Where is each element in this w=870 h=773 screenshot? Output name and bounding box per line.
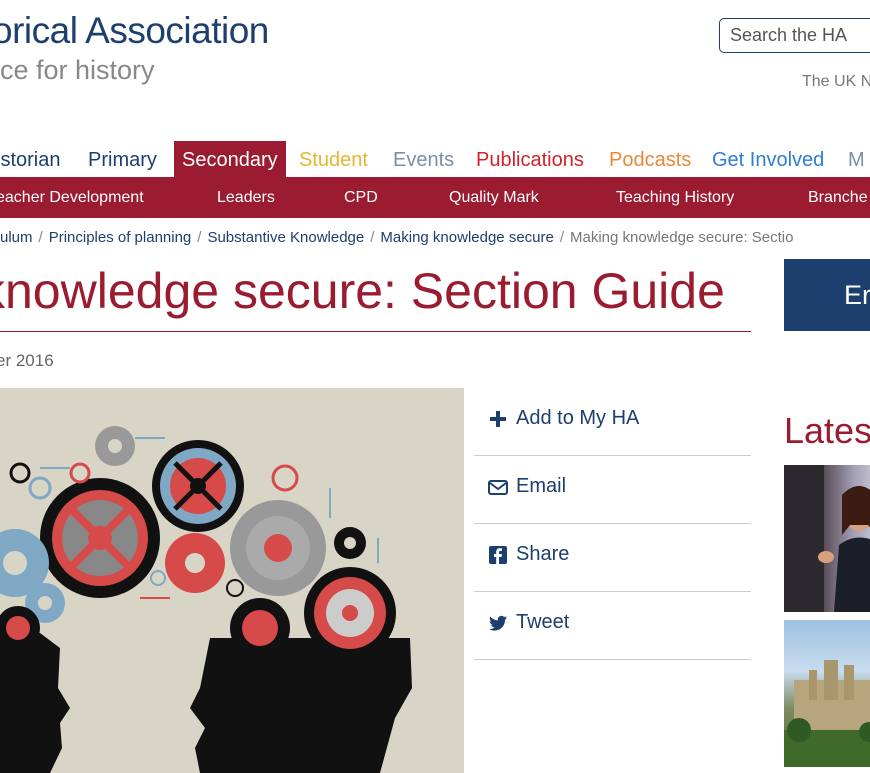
gear-icon: [230, 500, 326, 596]
speaker-photo: [784, 465, 870, 612]
facebook-share-button[interactable]: Share: [474, 523, 751, 592]
tweet-label: Tweet: [516, 611, 570, 633]
publish-date: er 2016: [0, 351, 54, 370]
gears-heads-illustration: [0, 426, 412, 773]
gear-icon: [40, 478, 160, 598]
facebook-icon: [489, 546, 507, 564]
subnav-item-teaching-history[interactable]: Teaching History: [616, 177, 734, 218]
nav-item-events[interactable]: Events: [393, 141, 454, 177]
subnav-item-quality-mark[interactable]: Quality Mark: [449, 177, 539, 218]
gear-icon: [165, 533, 225, 593]
breadcrumb-item[interactable]: Making knowledge secure: [380, 229, 553, 246]
twitter-icon: [489, 615, 507, 631]
email-button[interactable]: Email: [474, 455, 751, 524]
nav-item-podcasts[interactable]: Podcasts: [609, 141, 691, 177]
subnav-item-branches[interactable]: Branche: [808, 177, 868, 218]
site-tagline: The UK N: [802, 73, 870, 90]
breadcrumb-separator: /: [38, 229, 43, 246]
envelope-icon: [488, 480, 508, 495]
enrol-button[interactable]: Er: [784, 259, 870, 331]
article-hero-image: [0, 388, 464, 773]
breadcrumb-item[interactable]: Substantive Knowledge: [207, 229, 364, 246]
breadcrumb-separator: /: [370, 229, 375, 246]
breadcrumb: ulum / Principles of planning / Substantive …: [0, 229, 793, 246]
title-divider: [0, 331, 751, 332]
subnav-item-leaders[interactable]: Leaders: [217, 177, 275, 218]
main-nav: istorian Primary Secondary Student Event…: [0, 141, 870, 177]
nav-item-more[interactable]: M: [848, 141, 865, 177]
nav-item-primary[interactable]: Primary: [88, 141, 157, 177]
share-label: Share: [516, 543, 570, 565]
gear-icon: [152, 440, 244, 532]
breadcrumb-separator: /: [197, 229, 202, 246]
nav-item-secondary[interactable]: Secondary: [174, 141, 286, 177]
page-title: knowledge secure: Section Guide: [0, 263, 725, 319]
add-to-my-ha-button[interactable]: Add to My HA: [474, 387, 751, 456]
sub-nav: eacher Development Leaders CPD Quality M…: [0, 177, 870, 218]
plus-icon: [490, 411, 506, 427]
tweet-button[interactable]: Tweet: [474, 591, 751, 660]
subnav-item-cpd[interactable]: CPD: [344, 177, 378, 218]
gear-icon: [230, 598, 290, 658]
nav-item-publications[interactable]: Publications: [476, 141, 584, 177]
subnav-item-teacher-development[interactable]: eacher Development: [0, 177, 144, 218]
email-label: Email: [516, 475, 567, 497]
college-building-photo: [784, 660, 870, 767]
latest-item-thumbnail[interactable]: [784, 620, 870, 767]
latest-item-thumbnail[interactable]: [784, 465, 870, 612]
site-logo-subtitle: ice for history: [0, 55, 155, 85]
add-to-my-ha-label: Add to My HA: [516, 407, 640, 429]
breadcrumb-separator: /: [559, 229, 565, 246]
nav-item-historian[interactable]: istorian: [0, 141, 60, 177]
search-input[interactable]: Search the HA: [719, 18, 870, 53]
breadcrumb-item[interactable]: Principles of planning: [49, 229, 192, 246]
latest-heading: Lates: [784, 410, 870, 451]
search-placeholder: Search the HA: [730, 25, 848, 45]
nav-item-get-involved[interactable]: Get Involved: [712, 141, 824, 177]
site-logo-title[interactable]: orical Association: [0, 10, 269, 52]
breadcrumb-current: Making knowledge secure: Sectio: [570, 229, 794, 246]
nav-item-student[interactable]: Student: [299, 141, 368, 177]
breadcrumb-item[interactable]: ulum: [0, 229, 33, 246]
gear-icon: [304, 567, 396, 659]
